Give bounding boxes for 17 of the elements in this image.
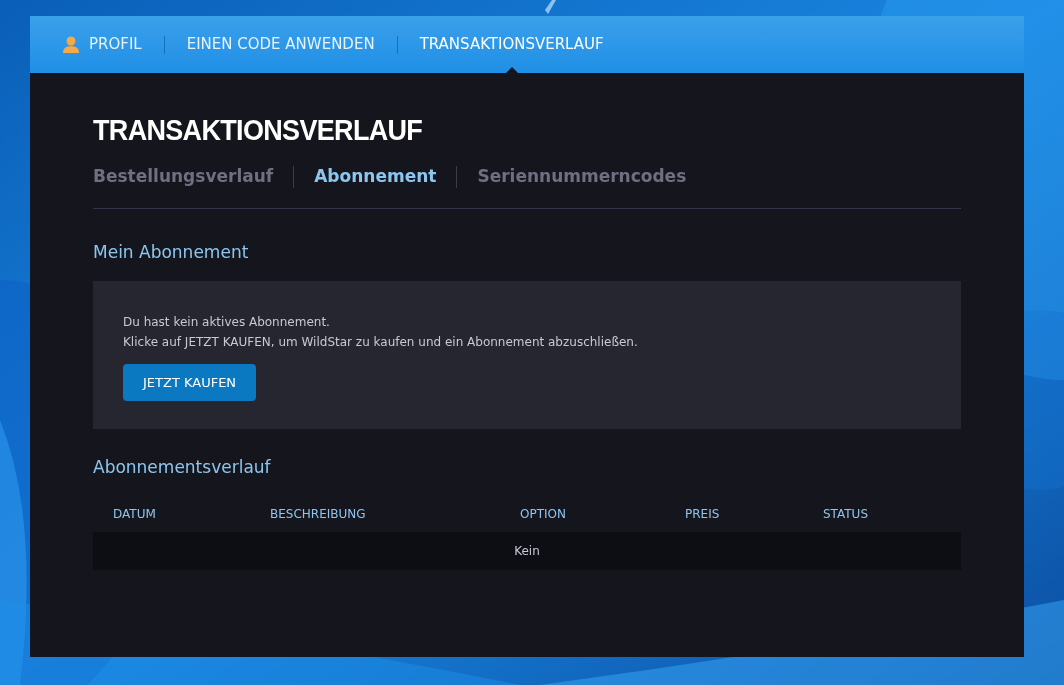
empty-text: Kein: [514, 542, 540, 560]
buy-button[interactable]: JETZT KAUFEN: [123, 364, 257, 401]
tab[interactable]: Seriennummerncodes: [477, 164, 687, 190]
tab[interactable]: Abonnement: [314, 164, 437, 190]
section-heading: Abonnementsverlauf: [93, 456, 272, 479]
column-header: BESCHREIBUNG: [270, 506, 366, 521]
column-header: STATUS: [823, 506, 869, 521]
column-header: DATUM: [113, 506, 156, 521]
column-header: OPTION: [520, 506, 566, 521]
nav-link[interactable]: PROFIL: [63, 33, 142, 56]
column-header: PREIS: [685, 506, 720, 521]
tab[interactable]: Bestellungsverlauf: [93, 164, 274, 190]
info-text: Klicke auf JETZT KAUFEN, um WildStar zu kaufen und ein Abonnement abzuschließen.: [123, 334, 639, 351]
nav-link[interactable]: EINEN CODE ANWENDEN: [186, 33, 375, 56]
section-heading: Mein Abonnement: [93, 240, 250, 264]
info-text: Du hast kein aktives Abonnement.: [123, 314, 331, 331]
page-title: TRANSAKTIONSVERLAUF: [93, 115, 424, 146]
